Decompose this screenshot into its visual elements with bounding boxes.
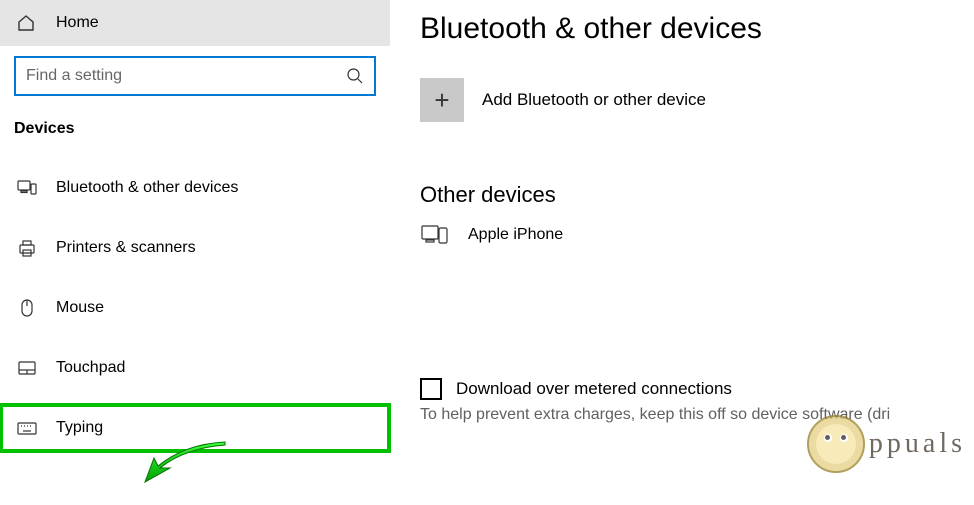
download-tip: To help prevent extra charges, keep this… (420, 406, 974, 424)
page-title: Bluetooth & other devices (420, 12, 974, 46)
device-item[interactable]: Apple iPhone (420, 222, 974, 248)
content: Bluetooth & other devices + Add Bluetoot… (390, 0, 974, 505)
home-icon (16, 13, 36, 33)
sidebar-item-label: Printers & scanners (56, 239, 196, 257)
sidebar-item-label: Typing (56, 419, 103, 437)
sidebar-item-printers[interactable]: Printers & scanners (0, 224, 390, 272)
phone-icon (420, 222, 450, 248)
category-heading: Devices (0, 106, 390, 152)
mouse-icon (16, 297, 38, 319)
download-metered-row[interactable]: Download over metered connections (420, 378, 974, 400)
sidebar-item-typing[interactable]: Typing (0, 404, 390, 452)
touchpad-icon (16, 357, 38, 379)
sidebar-item-touchpad[interactable]: Touchpad (0, 344, 390, 392)
sidebar-item-mouse[interactable]: Mouse (0, 284, 390, 332)
other-devices-heading: Other devices (420, 182, 974, 208)
sidebar-item-bluetooth[interactable]: Bluetooth & other devices (0, 164, 390, 212)
bluetooth-devices-icon (16, 177, 38, 199)
search-box[interactable] (14, 56, 376, 96)
keyboard-icon (16, 417, 38, 439)
device-label: Apple iPhone (468, 226, 563, 244)
download-checkbox[interactable] (420, 378, 442, 400)
sidebar-item-label: Bluetooth & other devices (56, 179, 238, 197)
home-button[interactable]: Home (0, 0, 390, 46)
search-icon (346, 67, 364, 85)
add-device-label: Add Bluetooth or other device (482, 90, 706, 110)
sidebar-item-label: Mouse (56, 299, 104, 317)
home-label: Home (56, 14, 99, 32)
sidebar-item-label: Touchpad (56, 359, 125, 377)
download-label: Download over metered connections (456, 379, 732, 399)
printer-icon (16, 237, 38, 259)
sidebar: Home Devices Bluetooth & other devices (0, 0, 390, 505)
search-input[interactable] (26, 67, 346, 85)
add-device-button[interactable]: + Add Bluetooth or other device (420, 78, 974, 122)
plus-icon: + (420, 78, 464, 122)
